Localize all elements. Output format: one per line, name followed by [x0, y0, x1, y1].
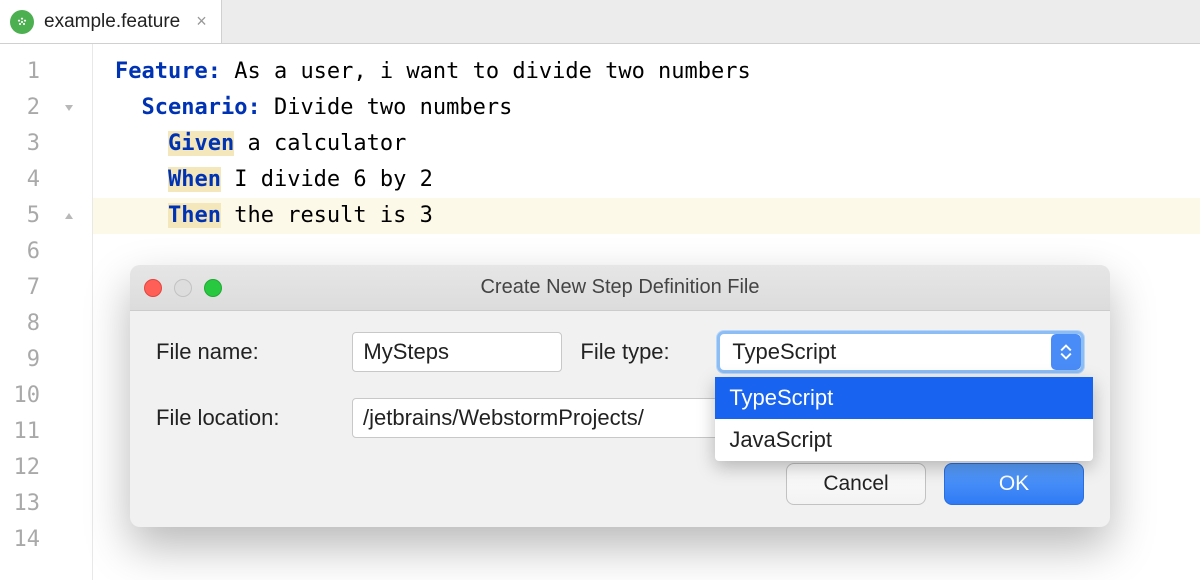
code-line[interactable]: Then the result is 3 [93, 198, 1200, 234]
line-number-gutter: 1234567891011121314 [0, 44, 48, 580]
line-number: 1 [0, 54, 40, 90]
line-number: 8 [0, 306, 40, 342]
file-name-row: File name: File type: TypeScript TypeScr… [156, 331, 1084, 373]
line-number: 5 [0, 198, 40, 234]
close-icon[interactable]: × [196, 11, 207, 32]
file-type-option[interactable]: TypeScript [715, 377, 1093, 419]
window-controls [144, 279, 222, 297]
code-line[interactable]: Feature: As a user, i want to divide two… [93, 54, 1200, 90]
file-type-select-wrap: TypeScript TypeScriptJavaScript [717, 331, 1084, 373]
file-type-dropdown: TypeScriptJavaScript [715, 377, 1093, 461]
tab-filename: example.feature [44, 11, 180, 33]
window-minimize-icon [174, 279, 192, 297]
window-close-icon[interactable] [144, 279, 162, 297]
file-name-label: File name: [156, 339, 334, 365]
fold-end-icon[interactable] [62, 209, 76, 223]
line-number: 6 [0, 234, 40, 270]
dialog-body: File name: File type: TypeScript TypeScr… [130, 311, 1110, 527]
line-number: 3 [0, 126, 40, 162]
code-line[interactable] [93, 522, 1200, 558]
file-type-label: File type: [580, 339, 699, 365]
chevron-up-down-icon [1051, 334, 1081, 370]
create-step-definition-dialog: Create New Step Definition File File nam… [130, 265, 1110, 527]
editor-tab[interactable]: example.feature × [0, 0, 222, 43]
file-location-label: File location: [156, 405, 334, 431]
line-number: 12 [0, 450, 40, 486]
line-number: 13 [0, 486, 40, 522]
file-name-input[interactable] [352, 332, 562, 372]
fold-collapse-icon[interactable] [62, 101, 76, 115]
line-number: 7 [0, 270, 40, 306]
file-type-option[interactable]: JavaScript [715, 419, 1093, 461]
fold-column [48, 44, 92, 580]
line-number: 2 [0, 90, 40, 126]
dialog-title-bar[interactable]: Create New Step Definition File [130, 265, 1110, 311]
window-zoom-icon[interactable] [204, 279, 222, 297]
dialog-title: Create New Step Definition File [130, 276, 1110, 299]
cancel-button[interactable]: Cancel [786, 463, 926, 505]
tab-bar: example.feature × [0, 0, 1200, 44]
line-number: 4 [0, 162, 40, 198]
code-line[interactable]: Scenario: Divide two numbers [93, 90, 1200, 126]
dialog-buttons: Cancel OK [156, 463, 1084, 505]
file-type-selected-value: TypeScript [732, 339, 836, 365]
code-line[interactable]: When I divide 6 by 2 [93, 162, 1200, 198]
line-number: 11 [0, 414, 40, 450]
code-line[interactable]: Given a calculator [93, 126, 1200, 162]
line-number: 14 [0, 522, 40, 558]
line-number: 10 [0, 378, 40, 414]
file-type-select[interactable]: TypeScript [717, 331, 1084, 373]
line-number: 9 [0, 342, 40, 378]
cucumber-icon [10, 10, 34, 34]
ok-button[interactable]: OK [944, 463, 1084, 505]
